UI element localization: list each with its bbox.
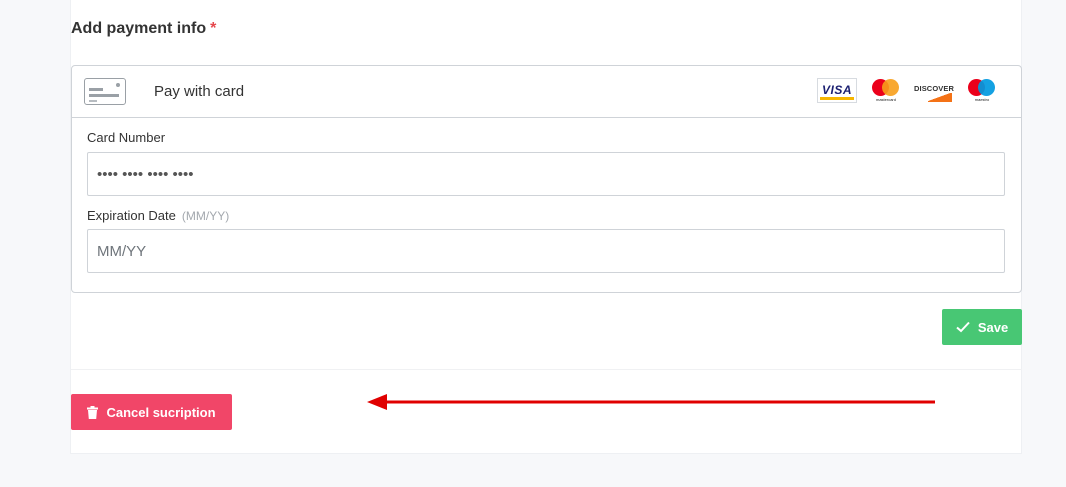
pay-with-card-label: Pay with card <box>154 83 245 100</box>
card-form: Pay with card VISA mastercard DISCOVER m… <box>71 65 1022 293</box>
expiration-date-input[interactable] <box>87 229 1005 273</box>
maestro-icon: maestro <box>966 78 998 103</box>
trash-icon <box>87 405 99 419</box>
visa-icon: VISA <box>817 78 857 103</box>
discover-icon: DISCOVER <box>914 78 958 103</box>
card-number-label: Card Number <box>87 130 166 145</box>
card-method-header[interactable]: Pay with card VISA mastercard DISCOVER m… <box>72 66 1021 118</box>
save-button-label: Save <box>977 319 1009 335</box>
card-number-input[interactable] <box>87 152 1005 196</box>
mastercard-icon: mastercard <box>870 78 902 103</box>
save-button[interactable]: Save <box>942 309 1022 345</box>
cancel-subscription-button[interactable]: Cancel sucription <box>71 394 232 430</box>
divider <box>71 369 1022 370</box>
section-title: Add payment info * <box>71 20 216 38</box>
cancel-button-label: Cancel sucription <box>106 404 216 420</box>
required-marker: * <box>210 20 217 37</box>
credit-card-icon <box>84 78 126 105</box>
payment-panel: Add payment info * Pay with card VISA mas… <box>70 0 1022 454</box>
expiration-date-label-text: Expiration Date <box>87 208 176 223</box>
expiration-date-label: Expiration Date (MM/YY) <box>87 208 229 223</box>
annotation-arrow <box>367 394 935 410</box>
expiration-date-hint: (MM/YY) <box>181 209 230 223</box>
section-title-text: Add payment info <box>71 20 207 37</box>
check-icon <box>956 321 970 333</box>
